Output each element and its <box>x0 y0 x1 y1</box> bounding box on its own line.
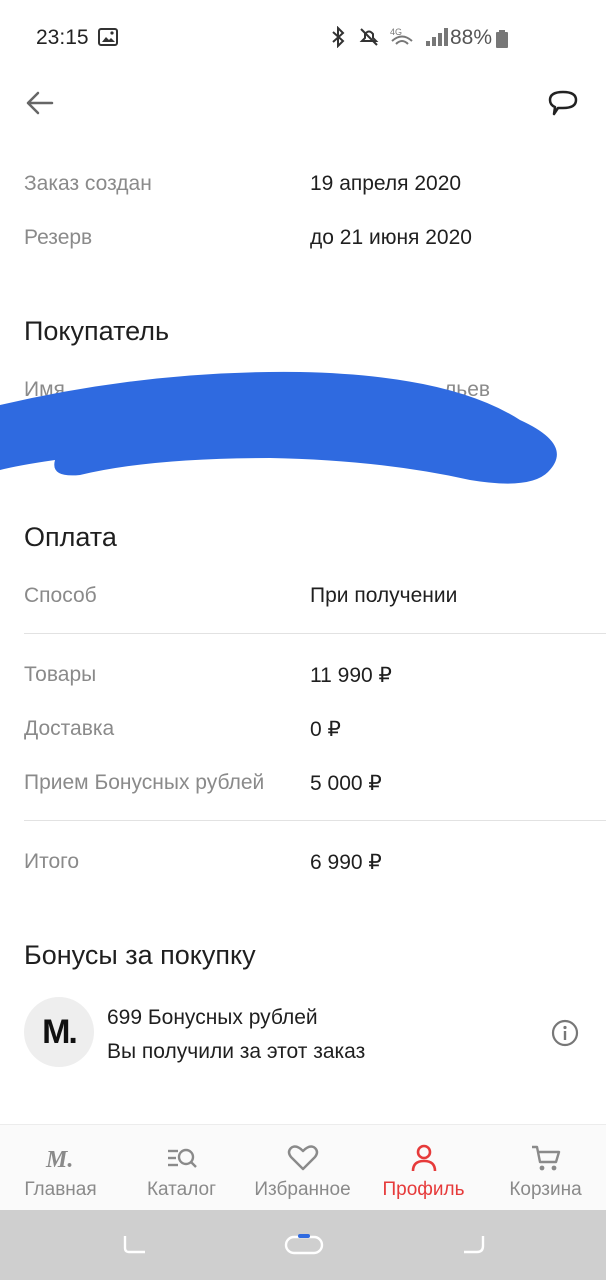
wifi-icon: 4G <box>390 27 413 45</box>
bonus-payment-label: Прием Бонусных рублей <box>24 771 265 794</box>
nav-cart[interactable]: Корзина <box>485 1125 606 1211</box>
order-created-value: 19 апреля 2020 <box>310 172 462 195</box>
total-value: 6 990 ₽ <box>310 851 382 874</box>
bluetooth-icon <box>332 26 345 48</box>
m-logo-icon: M. <box>24 997 94 1067</box>
status-icons: 4G <box>328 26 452 48</box>
home-pill-icon <box>284 1234 324 1255</box>
info-icon <box>551 1019 579 1047</box>
delivery-label: Доставка <box>24 717 115 740</box>
bonus-amount: 699 Бонусных рублей <box>107 1006 318 1029</box>
bonus-payment-value: 5 000 ₽ <box>310 772 382 795</box>
buyer-title: Покупатель <box>24 316 170 346</box>
svg-text:4G: 4G <box>390 27 402 37</box>
bonus-logo-text: M. <box>42 1012 78 1051</box>
info-button[interactable] <box>550 1018 580 1048</box>
nav-favorites[interactable]: Избранное <box>242 1125 363 1211</box>
reserve-value: до 21 июня 2020 <box>310 226 472 249</box>
gallery-icon <box>98 28 118 51</box>
nav-catalog-label: Каталог <box>146 1179 217 1200</box>
catalog-search-icon <box>167 1148 197 1168</box>
battery-icon <box>496 30 508 53</box>
m-logo-icon: M. <box>45 1147 73 1173</box>
home-button[interactable] <box>284 1234 324 1261</box>
battery-percent: 88% <box>450 26 493 49</box>
mute-icon <box>359 28 379 46</box>
svg-text:M.: M. <box>45 1147 73 1173</box>
delivery-value: 0 ₽ <box>310 718 341 741</box>
payment-method-value: При получении <box>310 584 458 607</box>
back-system-button[interactable] <box>460 1232 486 1261</box>
top-bar <box>0 78 606 134</box>
person-icon <box>411 1144 436 1172</box>
nav-home[interactable]: M. Главная <box>0 1125 121 1211</box>
nav-profile[interactable]: Профиль <box>363 1125 484 1211</box>
status-bar: 23:15 4G 88% <box>0 0 606 78</box>
payment-title: Оплата <box>24 522 117 552</box>
nav-cart-label: Корзина <box>509 1179 582 1200</box>
nav-catalog[interactable]: Каталог <box>121 1125 242 1211</box>
nav-profile-label: Профиль <box>382 1179 465 1200</box>
reserve-label: Резерв <box>24 226 93 249</box>
order-created-label: Заказ создан <box>24 172 152 195</box>
divider <box>24 633 606 634</box>
signal-icon <box>426 28 448 46</box>
bottom-nav: M. Главная Каталог Избранное Профиль Кор… <box>0 1124 606 1211</box>
divider <box>24 820 606 821</box>
arrow-left-icon <box>26 91 54 115</box>
payment-method-label: Способ <box>24 584 97 607</box>
goods-value: 11 990 ₽ <box>310 664 392 687</box>
cart-icon <box>531 1145 560 1171</box>
bonus-description: Вы получили за этот заказ <box>107 1040 366 1063</box>
chat-bubble-icon <box>548 90 578 116</box>
nav-home-label: Главная <box>24 1179 97 1200</box>
system-nav-bar <box>0 1210 606 1280</box>
recent-apps-button[interactable] <box>122 1232 148 1261</box>
redaction-scribble <box>0 371 557 484</box>
chat-button[interactable] <box>546 88 586 122</box>
nav-favorites-label: Избранное <box>254 1179 351 1200</box>
system-back-icon <box>464 1236 485 1254</box>
back-button[interactable] <box>22 88 62 122</box>
bonuses-title: Бонусы за покупку <box>24 940 256 970</box>
heart-icon <box>287 1145 318 1171</box>
total-label: Итого <box>24 850 80 873</box>
recent-apps-icon <box>123 1236 145 1254</box>
status-time: 23:15 <box>36 26 89 49</box>
goods-label: Товары <box>24 663 97 686</box>
